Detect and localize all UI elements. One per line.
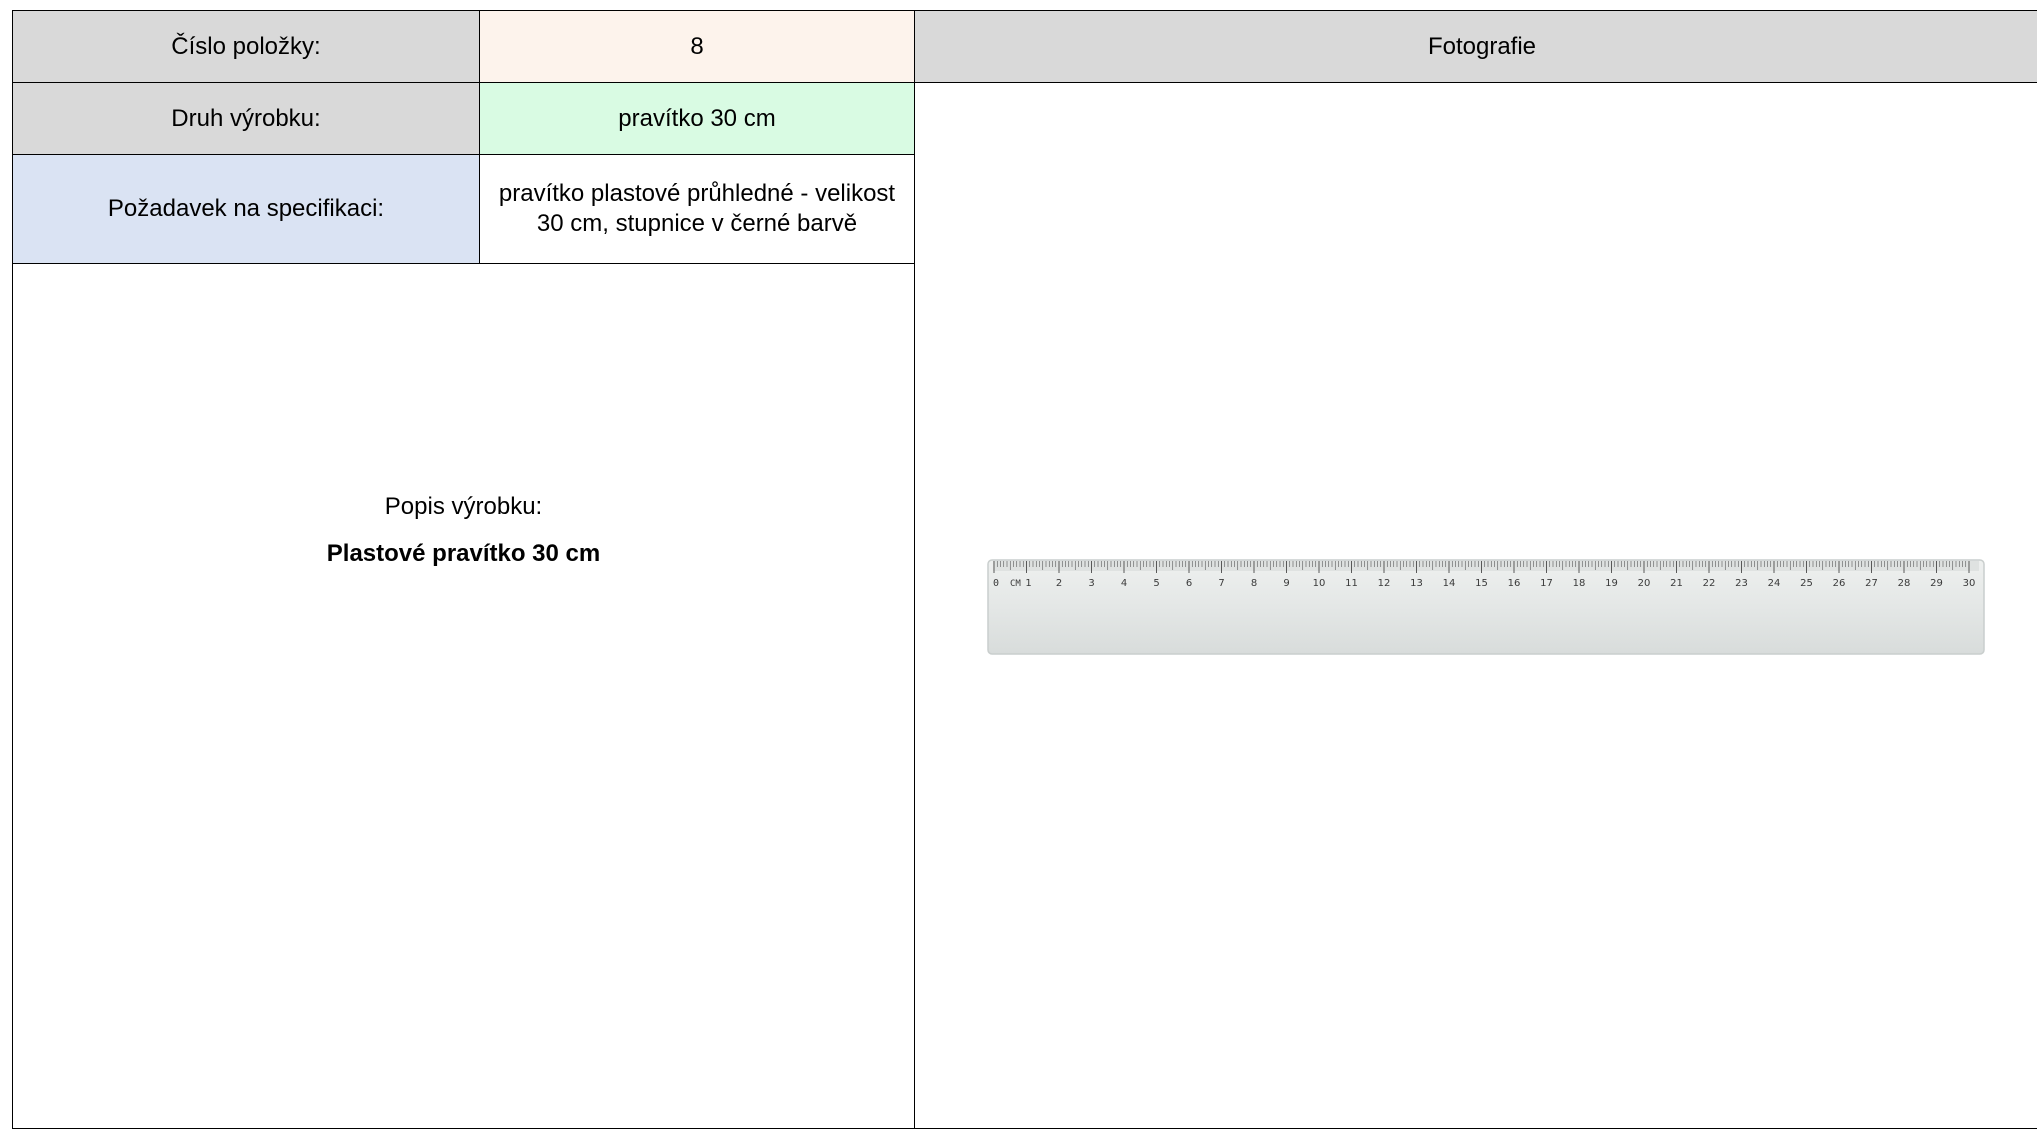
ruler-number: 8 <box>1251 578 1257 589</box>
ruler-number: 1 <box>1025 578 1031 589</box>
photo-header: Fotografie <box>915 11 2037 83</box>
row-product-type: Druh výrobku: pravítko 30 cm 01234567891… <box>13 83 2037 155</box>
ruler-number: 12 <box>1378 578 1391 589</box>
ruler-number: 7 <box>1218 578 1224 589</box>
ruler-unit-label: CM <box>1010 579 1021 589</box>
ruler-number: 10 <box>1313 578 1326 589</box>
ruler-number: 16 <box>1508 578 1521 589</box>
ruler-number: 0 <box>993 578 999 589</box>
ruler-number: 4 <box>1121 578 1127 589</box>
ruler-number: 2 <box>1056 578 1062 589</box>
ruler-number: 6 <box>1186 578 1192 589</box>
spec-requirement-value: pravítko plastové průhledné - velikost 3… <box>480 155 915 264</box>
ruler-number: 3 <box>1088 578 1094 589</box>
ruler-number: 20 <box>1638 578 1651 589</box>
item-number-label: Číslo položky: <box>13 11 480 83</box>
ruler-number: 26 <box>1833 578 1846 589</box>
ruler-number: 30 <box>1963 578 1976 589</box>
ruler-number: 17 <box>1540 578 1553 589</box>
ruler-number: 21 <box>1670 578 1683 589</box>
ruler-number: 24 <box>1768 578 1781 589</box>
ruler-number: 29 <box>1930 578 1943 589</box>
ruler-number: 5 <box>1153 578 1159 589</box>
spec-table: Číslo položky: 8 Fotografie Druh výrobku… <box>12 10 2037 1129</box>
ruler-number: 27 <box>1865 578 1878 589</box>
ruler-number: 19 <box>1605 578 1618 589</box>
ruler-photo: 0123456789101112131415161718192021222324… <box>987 559 1985 655</box>
item-number-value: 8 <box>480 11 915 83</box>
row-item-number: Číslo položky: 8 Fotografie <box>13 11 2037 83</box>
spec-requirement-label: Požadavek na specifikaci: <box>13 155 480 264</box>
ruler-number: 13 <box>1410 578 1423 589</box>
product-type-label: Druh výrobku: <box>13 83 480 155</box>
ruler-scale-band <box>993 561 1979 571</box>
description-block: Popis výrobku: Plastové pravítko 30 cm <box>13 492 914 569</box>
product-spec-sheet: Číslo položky: 8 Fotografie Druh výrobku… <box>12 10 2037 1128</box>
photo-cell: 0123456789101112131415161718192021222324… <box>915 83 2037 1129</box>
ruler-number: 23 <box>1735 578 1748 589</box>
ruler-number: 18 <box>1573 578 1586 589</box>
product-type-value: pravítko 30 cm <box>480 83 915 155</box>
ruler-number: 25 <box>1800 578 1813 589</box>
ruler-number: 22 <box>1703 578 1716 589</box>
ruler-number: 28 <box>1898 578 1911 589</box>
ruler-body <box>988 560 1984 654</box>
ruler-number: 14 <box>1443 578 1456 589</box>
ruler-number: 9 <box>1283 578 1289 589</box>
description-label: Popis výrobku: <box>13 492 914 522</box>
description-cell: Popis výrobku: Plastové pravítko 30 cm <box>13 264 915 1129</box>
ruler-number: 15 <box>1475 578 1488 589</box>
ruler-number: 11 <box>1345 578 1358 589</box>
product-name: Plastové pravítko 30 cm <box>13 539 914 569</box>
